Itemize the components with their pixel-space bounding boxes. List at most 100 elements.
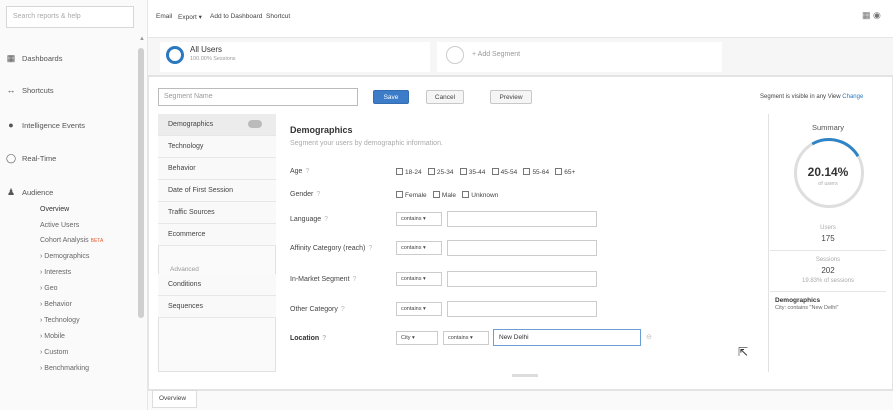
- export-menu[interactable]: Export ▾: [178, 13, 202, 21]
- segment-subtitle: 100.00% Sessions: [190, 56, 236, 62]
- add-segment-label[interactable]: + Add Segment: [472, 51, 520, 58]
- sidebar-sub-custom[interactable]: › Custom: [40, 349, 68, 356]
- users-label: Users: [820, 225, 836, 231]
- toggle-switch[interactable]: [248, 120, 262, 128]
- category-traffic-sources[interactable]: Traffic Sources: [158, 202, 276, 224]
- segment-name-input[interactable]: Segment Name: [158, 88, 358, 106]
- other-category-label-text: Other Category: [290, 306, 338, 313]
- eye-icon[interactable]: ◉: [873, 10, 881, 20]
- sidebar-item-label: Intelligence Events: [22, 120, 85, 130]
- sidebar-sub-technology[interactable]: › Technology: [40, 317, 80, 324]
- affinity-label: Affinity Category (reach)?: [290, 245, 372, 252]
- language-value-input[interactable]: [447, 211, 597, 227]
- location-dimension-select[interactable]: City ▾: [396, 331, 438, 345]
- sessions-value: 202: [821, 266, 835, 275]
- gender-label: Gender?: [290, 191, 320, 198]
- other-category-operator-select[interactable]: contains ▾: [396, 302, 442, 316]
- category-conditions[interactable]: Conditions: [158, 274, 276, 296]
- location-value-input[interactable]: New Delhi: [493, 329, 641, 346]
- advanced-heading: Advanced: [170, 266, 199, 273]
- sidebar-sub-active-users[interactable]: Active Users: [40, 222, 79, 229]
- inmarket-operator-select[interactable]: contains ▾: [396, 272, 442, 286]
- shortcut-link[interactable]: Shortcut: [266, 13, 290, 20]
- people-icon: ♟: [6, 186, 16, 197]
- operator-value: contains: [448, 335, 469, 341]
- help-icon[interactable]: ?: [324, 216, 328, 223]
- gender-checkbox[interactable]: [432, 191, 440, 198]
- category-date-of-first-session[interactable]: Date of First Session: [158, 180, 276, 202]
- search-input[interactable]: Search reports & help: [6, 6, 134, 28]
- sidebar-sub-interests[interactable]: › Interests: [40, 269, 71, 276]
- inmarket-label-text: In-Market Segment: [290, 276, 350, 283]
- operator-value: contains: [401, 276, 422, 282]
- gender-checkbox[interactable]: [396, 191, 403, 198]
- operator-value: contains: [401, 216, 422, 222]
- language-operator-select[interactable]: contains ▾: [396, 212, 442, 226]
- sidebar-item-audience[interactable]: ♟ Audience: [0, 184, 140, 200]
- dimension-value: City: [401, 335, 411, 341]
- affinity-operator-select[interactable]: contains ▾: [396, 241, 442, 255]
- sidebar-sub-behavior[interactable]: › Behavior: [40, 301, 72, 308]
- sidebar-sub-overview[interactable]: Overview: [40, 206, 69, 213]
- sidebar-item-shortcuts[interactable]: ↔ Shortcuts: [0, 82, 140, 98]
- email-link[interactable]: Email: [156, 13, 172, 20]
- form-title: Demographics: [290, 125, 353, 135]
- help-icon[interactable]: ?: [305, 168, 309, 175]
- category-technology[interactable]: Technology: [158, 136, 276, 158]
- affinity-label-text: Affinity Category (reach): [290, 245, 366, 252]
- sidebar-sub-benchmarking[interactable]: › Benchmarking: [40, 365, 89, 372]
- grid-view-icon[interactable]: ▦: [862, 10, 871, 20]
- cancel-button[interactable]: Cancel: [426, 90, 464, 104]
- summary-divider: [770, 291, 886, 292]
- change-link[interactable]: Change: [842, 94, 863, 100]
- age-checkbox[interactable]: [396, 168, 403, 175]
- inmarket-value-input[interactable]: [447, 271, 597, 287]
- age-checkbox[interactable]: [459, 168, 467, 175]
- age-options: 18-24 25-34 35-44 45-54 55-64 65+: [392, 167, 575, 176]
- sidebar-item-label: Dashboards: [22, 53, 63, 63]
- sidebar-sub-cohort-analysis[interactable]: Cohort Analysis BETA: [40, 237, 103, 244]
- help-icon[interactable]: ?: [316, 191, 320, 198]
- other-category-value-input[interactable]: [447, 301, 597, 317]
- age-label: Age?: [290, 168, 309, 175]
- age-checkbox[interactable]: [427, 168, 435, 175]
- sidebar-sub-mobile[interactable]: › Mobile: [40, 333, 65, 340]
- age-option-label: 45-54: [500, 169, 518, 176]
- affinity-value-input[interactable]: [447, 240, 597, 256]
- category-sequences[interactable]: Sequences: [158, 296, 276, 318]
- sidebar-sub-demographics[interactable]: › Demographics: [40, 253, 89, 260]
- help-icon[interactable]: ?: [353, 276, 357, 283]
- help-icon[interactable]: ?: [368, 245, 372, 252]
- age-option-label: 65+: [564, 169, 576, 176]
- age-checkbox[interactable]: [491, 168, 499, 175]
- toolbar-icons[interactable]: ▦ ◉: [862, 10, 881, 21]
- summary-percent-sub: of users: [818, 181, 838, 187]
- category-behavior[interactable]: Behavior: [158, 158, 276, 180]
- save-button[interactable]: Save: [373, 90, 409, 104]
- mouse-cursor-icon: ⇱: [738, 345, 749, 359]
- category-ecommerce[interactable]: Ecommerce: [158, 224, 276, 246]
- sidebar-item-real-time[interactable]: ◯ Real-Time: [0, 150, 140, 166]
- preview-button[interactable]: Preview: [490, 90, 532, 104]
- location-operator-select[interactable]: contains ▾: [443, 331, 489, 345]
- age-checkbox[interactable]: [555, 168, 563, 175]
- sidebar-item-intelligence-events[interactable]: ● Intelligence Events: [0, 117, 140, 133]
- clock-icon: ◯: [5, 152, 17, 163]
- segment-circle-icon: [166, 46, 184, 64]
- inmarket-label: In-Market Segment?: [290, 276, 356, 283]
- help-icon[interactable]: ?: [322, 335, 326, 342]
- resize-handle[interactable]: [512, 374, 538, 377]
- sessions-sub: 19.83% of sessions: [801, 278, 855, 284]
- sidebar-item-dashboards[interactable]: ▦ Dashboards: [0, 50, 140, 66]
- scroll-up-arrow-icon[interactable]: ▲: [139, 36, 145, 42]
- visibility-note: Segment is visible in any View Change: [760, 94, 863, 100]
- segment-title: All Users: [190, 45, 223, 54]
- gender-checkbox[interactable]: [462, 191, 470, 198]
- tab-overview[interactable]: Overview: [152, 390, 197, 408]
- remove-condition-icon[interactable]: ⊖: [646, 333, 652, 341]
- age-label-text: Age: [290, 168, 303, 175]
- add-to-dashboard-link[interactable]: Add to Dashboard: [210, 13, 262, 20]
- help-icon[interactable]: ?: [341, 306, 345, 313]
- age-checkbox[interactable]: [523, 168, 531, 175]
- sidebar-sub-geo[interactable]: › Geo: [40, 285, 58, 292]
